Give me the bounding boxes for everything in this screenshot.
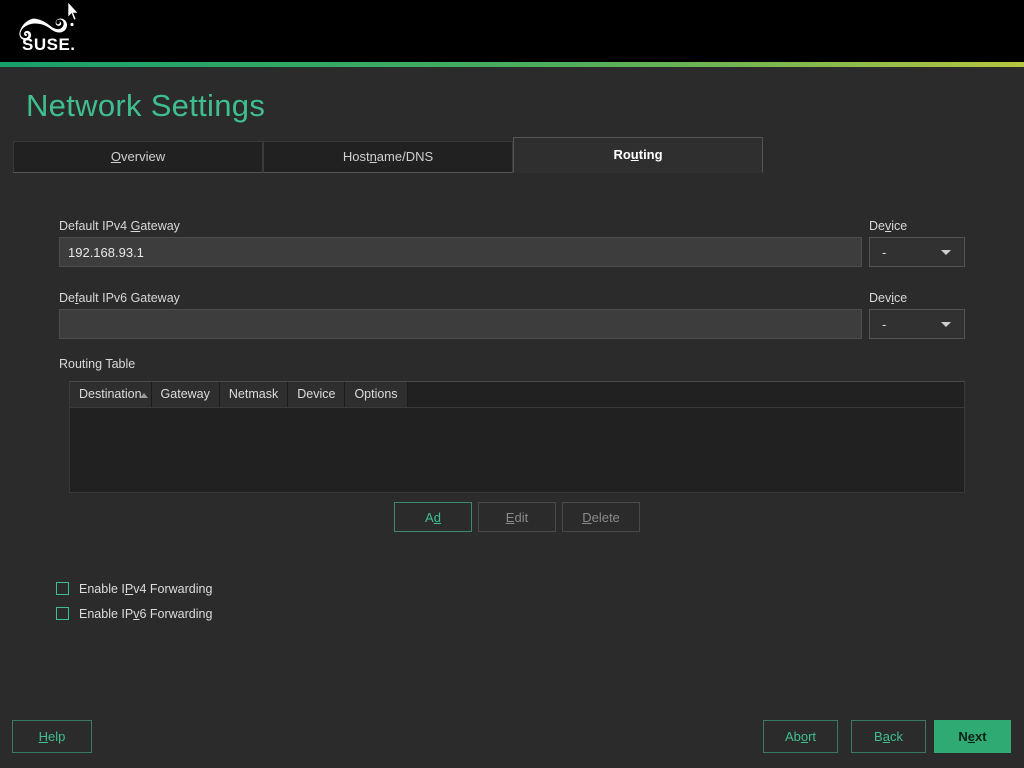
routing-table-header: Destination Gateway Netmask Device Optio…	[70, 382, 964, 408]
ipv6-device-select[interactable]: -	[869, 309, 965, 339]
tab-overview-mnemonic: O	[111, 149, 121, 164]
tab-routing-label-post: ting	[639, 147, 663, 162]
enable-ipv6-forwarding-checkbox[interactable]	[56, 607, 69, 620]
ipv6-device-value: -	[870, 317, 941, 332]
column-header-gateway[interactable]: Gateway	[152, 382, 220, 407]
enable-ipv6-forwarding-label: Enable IPv6 Forwarding	[79, 607, 212, 621]
forwarding-options: Enable IPv4 Forwarding Enable IPv6 Forwa…	[56, 576, 1024, 626]
tab-hostname-label-pre: Host	[343, 149, 370, 164]
enable-ipv4-forwarding-checkbox[interactable]	[56, 582, 69, 595]
sort-ascending-icon	[140, 393, 148, 398]
tab-routing-label-pre: Ro	[613, 147, 630, 162]
add-route-button[interactable]: Ad	[394, 502, 472, 532]
routing-table[interactable]: Destination Gateway Netmask Device Optio…	[69, 381, 965, 493]
svg-text:SUSE.: SUSE.	[22, 35, 76, 54]
ipv6-gateway-row: Default IPv6 Gateway Device -	[0, 287, 1024, 355]
abort-button[interactable]: Abort	[763, 720, 838, 753]
tab-overview-label: verview	[121, 149, 165, 164]
tab-routing-mnemonic: u	[631, 147, 639, 162]
tab-overview[interactable]: Overview	[13, 141, 263, 173]
tab-hostname-dns[interactable]: Hostname/DNS	[263, 141, 513, 173]
routing-form: Default IPv4 Gateway Device - Default IP…	[0, 215, 1024, 626]
ipv4-device-label: Device	[869, 215, 965, 234]
column-header-device[interactable]: Device	[288, 382, 345, 407]
tab-routing[interactable]: Routing	[513, 137, 763, 173]
ipv6-gateway-input[interactable]	[59, 309, 862, 339]
ipv4-device-value: -	[870, 245, 941, 260]
chevron-down-icon	[941, 322, 951, 327]
column-header-netmask[interactable]: Netmask	[220, 382, 288, 407]
column-header-destination[interactable]: Destination	[70, 382, 152, 407]
ipv4-gateway-row: Default IPv4 Gateway Device -	[0, 215, 1024, 287]
tab-hostname-label-post: ame/DNS	[377, 149, 433, 164]
suse-logo: SUSE.	[12, 8, 92, 56]
ipv4-device-select[interactable]: -	[869, 237, 965, 267]
column-header-options[interactable]: Options	[345, 382, 407, 407]
enable-ipv6-forwarding-row[interactable]: Enable IPv6 Forwarding	[56, 601, 1024, 626]
page-title: Network Settings	[0, 67, 1024, 125]
app-header: SUSE.	[0, 0, 1024, 62]
ipv4-gateway-input[interactable]	[59, 237, 862, 267]
wizard-button-bar: Help Abort Back Next	[0, 710, 1024, 768]
back-button[interactable]: Back	[851, 720, 926, 753]
edit-route-button[interactable]: Edit	[478, 502, 556, 532]
ipv6-device-label: Device	[869, 287, 965, 306]
delete-route-button[interactable]: Delete	[562, 502, 640, 532]
chevron-down-icon	[941, 250, 951, 255]
help-button[interactable]: Help	[12, 720, 92, 753]
routing-table-body[interactable]	[70, 408, 964, 492]
next-button[interactable]: Next	[934, 720, 1011, 753]
routing-table-actions: Ad Edit Delete	[69, 502, 965, 532]
enable-ipv4-forwarding-row[interactable]: Enable IPv4 Forwarding	[56, 576, 1024, 601]
routing-table-label: Routing Table	[59, 357, 1024, 371]
enable-ipv4-forwarding-label: Enable IPv4 Forwarding	[79, 582, 212, 596]
tab-hostname-mnemonic: n	[370, 149, 377, 164]
tab-bar: Overview Hostname/DNS Routing	[13, 137, 763, 173]
